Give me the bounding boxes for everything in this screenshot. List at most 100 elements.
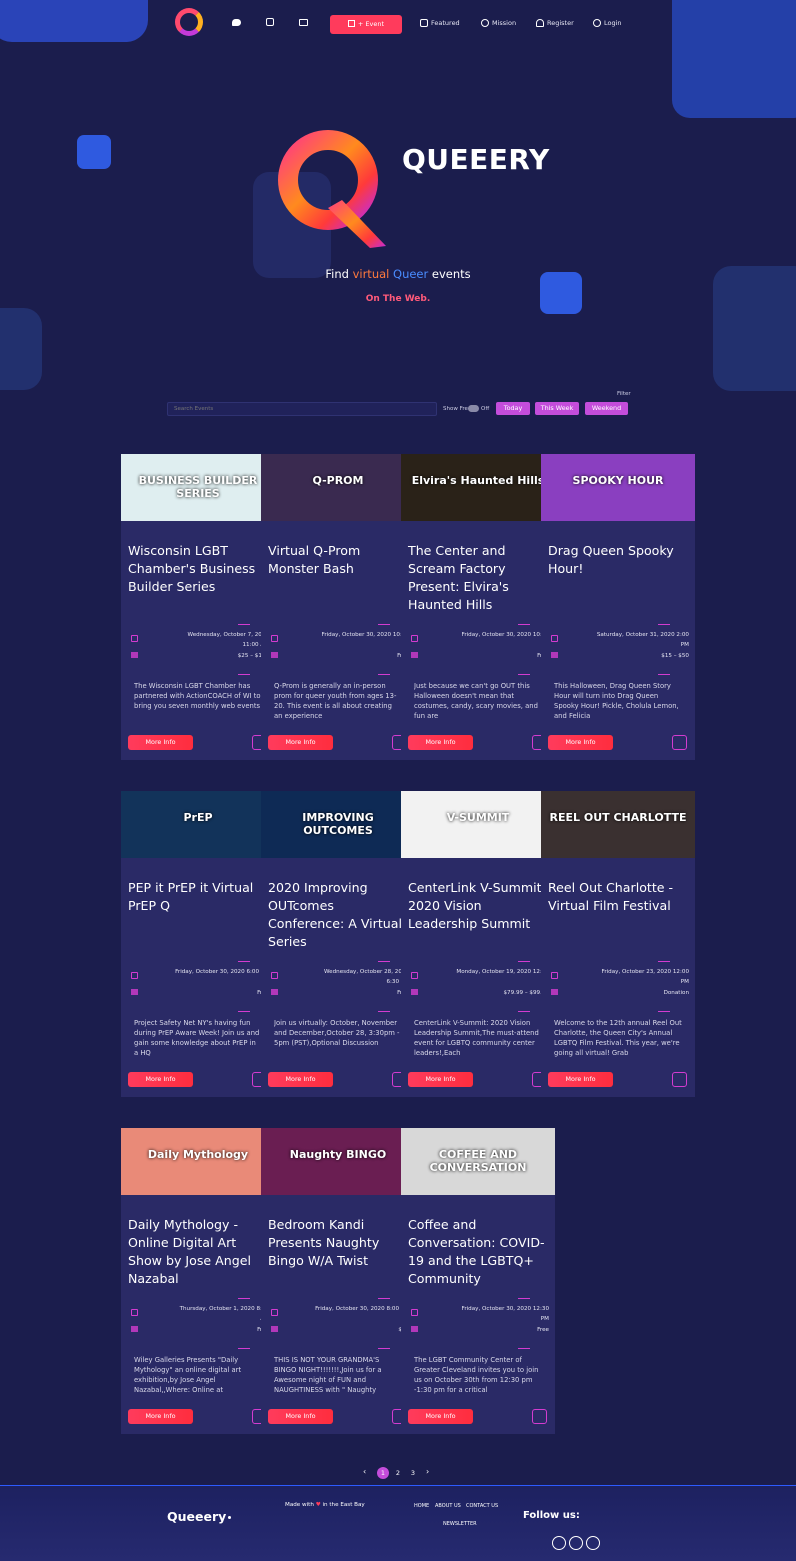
brand-name: QUEEERY [402,143,550,176]
page-1[interactable]: 1 [377,1467,389,1479]
decor-shape [0,0,148,42]
event-title[interactable]: Daily Mythology - Online Digital Art Sho… [128,1216,268,1288]
search-input[interactable] [167,402,437,416]
price-tag-icon [271,1326,278,1332]
divider [658,674,670,675]
more-info-button[interactable]: More Info [408,1072,473,1087]
event-thumbnail[interactable]: COFFEE AND CONVERSATION [401,1128,555,1195]
event-thumbnail[interactable]: IMPROVING OUTCOMES [261,791,415,858]
event-title[interactable]: Drag Queen Spooky Hour! [548,542,688,578]
thumbnail-caption: IMPROVING OUTCOMES [302,811,374,837]
event-card[interactable]: Q-PROM Virtual Q-Prom Monster Bash Friday,… [261,454,415,760]
more-info-button[interactable]: More Info [408,735,473,750]
event-thumbnail[interactable]: PrEP [121,791,275,858]
thumbnail-caption: Q-PROM [312,474,364,487]
event-date: Wednesday, October 28, 2020 6:30 PM [323,969,409,985]
event-card[interactable]: Naughty BINGO Bedroom Kandi Presents Naug… [261,1128,415,1434]
event-thumbnail[interactable]: BUSINESS BUILDER SERIES [121,454,275,521]
event-card[interactable]: BUSINESS BUILDER SERIES Wisconsin LGBT Ch… [121,454,275,760]
filter-this-week[interactable]: This Week [535,402,579,415]
event-card[interactable]: V-SUMMIT CenterLink V-Summit: 2020 Vision… [401,791,555,1097]
tagline-find: Find [325,267,349,281]
event-card[interactable]: SPOOKY HOUR Drag Queen Spooky Hour! Saturd… [541,454,695,760]
divider [658,961,670,962]
instagram-icon[interactable] [266,18,274,26]
decor-shape [77,135,111,169]
email-icon[interactable] [299,19,308,26]
show-free-toggle[interactable] [468,405,479,412]
event-thumbnail[interactable]: REEL OUT CHARLOTTE [541,791,695,858]
user-icon [536,19,544,27]
footer-brand[interactable]: Queeery [167,1509,232,1524]
event-thumbnail[interactable]: Elvira's Haunted Hills [401,454,555,521]
price-tag-icon [551,989,558,995]
event-card[interactable]: REEL OUT CHARLOTTE Reel Out Charlotte - V… [541,791,695,1097]
page-2[interactable]: 2 [392,1467,404,1479]
price-tag-icon [411,652,418,658]
event-thumbnail[interactable]: Daily Mythology [121,1128,275,1195]
facebook-icon[interactable] [569,1536,583,1550]
event-card[interactable]: PrEP PEP it PrEP it Virtual PrEP Q Friday,… [121,791,275,1097]
footer-link-newsletter[interactable]: NEWSLETTER [443,1521,477,1527]
event-title[interactable]: CenterLink V-Summit: 2020 Vision Leaders… [408,879,548,933]
price-tag-icon [131,989,138,995]
more-info-button[interactable]: More Info [128,1409,193,1424]
hero-subtitle: On The Web. [365,294,431,304]
event-thumbnail[interactable]: Naughty BINGO [261,1128,415,1195]
nav-mission-label: Mission [492,19,517,27]
link-icon[interactable] [672,735,687,750]
event-title[interactable]: Coffee and Conversation: COVID-19 and th… [408,1216,548,1288]
event-title[interactable]: Reel Out Charlotte - Virtual Film Festiv… [548,879,688,915]
more-info-button[interactable]: More Info [548,735,613,750]
event-card[interactable]: Elvira's Haunted Hills The Center and Scr… [401,454,555,760]
more-info-button[interactable]: More Info [268,1072,333,1087]
footer-link-contact[interactable]: CONTACT US [466,1503,498,1509]
event-card[interactable]: Daily Mythology Daily Mythology - Online … [121,1128,275,1434]
event-thumbnail[interactable]: V-SUMMIT [401,791,555,858]
event-title[interactable]: Virtual Q-Prom Monster Bash [268,542,408,578]
divider [378,674,390,675]
more-info-button[interactable]: More Info [268,735,333,750]
event-thumbnail[interactable]: Q-PROM [261,454,415,521]
event-title[interactable]: Bedroom Kandi Presents Naughty Bingo W/A… [268,1216,408,1270]
event-title[interactable]: The Center and Scream Factory Present: E… [408,542,548,614]
calendar-icon [131,972,138,979]
prev-page-icon[interactable]: ‹ [363,1467,366,1476]
tagline-events: events [431,267,471,281]
next-page-icon[interactable]: › [426,1467,429,1476]
page-3[interactable]: 3 [407,1467,419,1479]
add-event-button[interactable]: + Event [330,15,402,34]
nav-featured[interactable]: Featured [420,19,460,27]
link-icon[interactable] [532,1409,547,1424]
more-info-button[interactable]: More Info [128,735,193,750]
more-info-button[interactable]: More Info [128,1072,193,1087]
event-card[interactable]: IMPROVING OUTCOMES 2020 Improving OUTcome… [261,791,415,1097]
more-info-button[interactable]: More Info [548,1072,613,1087]
filter-weekend[interactable]: Weekend [585,402,628,415]
event-date: Monday, October 19, 2020 12:00 PM [456,969,549,985]
more-info-button[interactable]: More Info [268,1409,333,1424]
divider [378,624,390,625]
twitter-icon[interactable] [232,19,241,26]
header-logo[interactable] [175,8,203,36]
link-icon[interactable] [672,1072,687,1087]
event-title[interactable]: 2020 Improving OUTcomes Conference: A Vi… [268,879,408,951]
thumbnail-caption: V-SUMMIT [446,811,510,824]
instagram-icon[interactable] [586,1536,600,1550]
nav-login[interactable]: Login [593,19,622,27]
more-info-button[interactable]: More Info [408,1409,473,1424]
event-date: Friday, October 30, 2020 6:00 PM [175,969,269,975]
filter-today[interactable]: Today [496,402,530,415]
nav-register[interactable]: Register [536,19,574,27]
footer-link-home[interactable]: HOME [414,1503,429,1509]
event-title[interactable]: Wisconsin LGBT Chamber's Business Builde… [128,542,268,596]
twitter-icon[interactable] [552,1536,566,1550]
footer-link-about[interactable]: ABOUT US [435,1503,461,1509]
event-card[interactable]: COFFEE AND CONVERSATION Coffee and Conver… [401,1128,555,1434]
event-thumbnail[interactable]: SPOOKY HOUR [541,454,695,521]
price-tag-icon [131,652,138,658]
event-description: Join us virtually: October, November and… [274,1019,400,1047]
nav-register-label: Register [547,19,574,27]
event-title[interactable]: PEP it PrEP it Virtual PrEP Q [128,879,268,915]
nav-mission[interactable]: Mission [481,19,516,27]
